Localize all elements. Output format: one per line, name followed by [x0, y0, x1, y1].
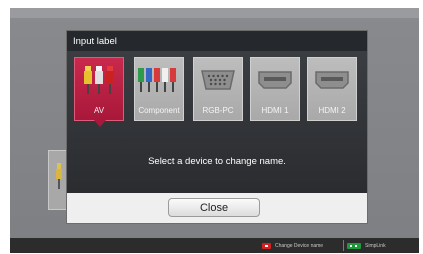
- input-tile-component[interactable]: Component: [134, 57, 184, 121]
- vga-port-icon: [201, 70, 235, 90]
- component-rca-icon: [138, 68, 176, 92]
- tile-label: AV: [93, 106, 105, 115]
- tile-label: RGB-PC: [202, 106, 234, 115]
- divider: [343, 240, 344, 251]
- rca-plug-icon: [56, 163, 62, 189]
- input-selection-panel: AV Component RGB-PC HDMI 1 HDMI 2 Select…: [67, 51, 367, 193]
- tile-label: HDMI 1: [261, 106, 289, 115]
- top-strip: [10, 8, 419, 18]
- instruction-message: Select a device to change name.: [148, 156, 286, 167]
- input-tile-hdmi-2[interactable]: HDMI 2: [307, 57, 357, 121]
- hdmi-port-icon: [258, 71, 292, 89]
- tile-label: HDMI 2: [318, 106, 346, 115]
- green-hint-label: SimpLink: [365, 242, 386, 249]
- hdmi-port-icon: [315, 71, 349, 89]
- input-label-dialog: Input label AV Component RGB-PC HDMI 1 H…: [66, 30, 368, 224]
- input-tile-hdmi-1[interactable]: HDMI 1: [250, 57, 300, 121]
- tile-label: Component: [138, 106, 180, 115]
- bottom-hint-bar: Change Device name SimpLink: [10, 238, 419, 253]
- input-tile-av[interactable]: AV: [74, 57, 124, 127]
- red-hint-label: Change Device name: [275, 242, 324, 249]
- red-button-icon: [262, 242, 271, 249]
- av-rca-icon: [84, 66, 114, 94]
- close-button[interactable]: Close: [168, 198, 260, 217]
- dialog-title: Input label: [67, 31, 367, 51]
- green-button-icon: [347, 242, 361, 249]
- simplink-hint[interactable]: SimpLink: [347, 238, 386, 253]
- change-device-name-hint[interactable]: Change Device name: [262, 238, 323, 253]
- dialog-footer: Close: [67, 193, 367, 223]
- input-tile-rgb-pc[interactable]: RGB-PC: [193, 57, 243, 121]
